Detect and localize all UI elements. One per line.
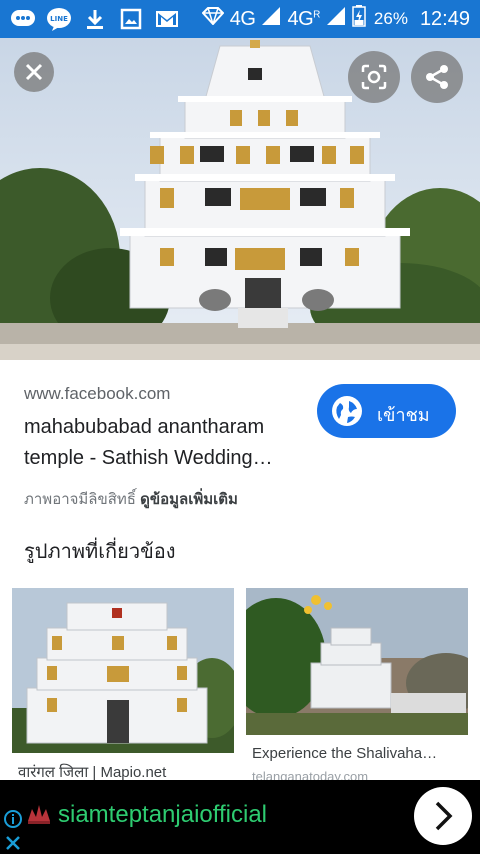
network-type: 4G (229, 7, 256, 30)
clock: 12:49 (419, 7, 470, 30)
temple-photo (0, 38, 480, 360)
globe-icon (332, 396, 362, 426)
copyright-notice: ภาพอาจมีลิขสิทธิ์ ดูข้อมูลเพิ่มเติม (24, 487, 238, 511)
result-title[interactable]: mahabubabad anantharam temple - Sathish … (24, 412, 306, 474)
ad-info-icon[interactable] (4, 810, 22, 828)
system-status: 4G 4GR 26% 12:49 (201, 5, 470, 33)
diamond-icon (201, 7, 225, 31)
gmail-icon (154, 6, 180, 32)
network-type-2: 4GR (287, 7, 320, 30)
download-icon (82, 6, 108, 32)
lens-icon (361, 64, 387, 90)
related-caption: Experience the Shalivaha… (252, 745, 438, 762)
ad-logo-icon (28, 805, 50, 824)
visit-label: เข้าชม (377, 405, 430, 425)
source-domain[interactable]: www.facebook.com (24, 384, 170, 404)
related-heading: รูปภาพที่เกี่ยวข้อง (24, 541, 176, 563)
ad-open-button[interactable] (414, 787, 472, 845)
more-info-link[interactable]: ดูข้อมูลเพิ่มเติม (140, 491, 238, 508)
share-icon (426, 65, 448, 89)
image-icon (118, 6, 144, 32)
share-button[interactable] (411, 51, 463, 103)
hero-image[interactable] (0, 38, 480, 360)
line-app-icon: LINE (46, 6, 72, 32)
related-item[interactable]: Experience the Shalivaha… telanganatoday… (246, 588, 468, 784)
related-caption: वारंगल जिला | Mapio.net (18, 764, 167, 781)
copyright-text: ภาพอาจมีลิขสิทธิ์ (24, 491, 136, 508)
notification-icons: LINE (10, 6, 180, 32)
lens-button[interactable] (348, 51, 400, 103)
close-button[interactable] (14, 52, 54, 92)
ad-text[interactable]: siamteptanjaiofficial (58, 801, 267, 829)
visit-button[interactable]: เข้าชม (317, 384, 456, 438)
signal-icon-2 (326, 6, 346, 32)
battery-percent: 26% (373, 9, 408, 28)
close-icon (25, 63, 43, 81)
chat-bubble-icon (10, 6, 36, 32)
chevron-right-icon (435, 801, 453, 831)
ad-close-icon[interactable] (4, 834, 22, 852)
svg-text:LINE: LINE (50, 15, 68, 23)
battery-icon (352, 5, 366, 33)
related-item[interactable]: वारंगल जिला | Mapio.net (12, 588, 234, 781)
signal-icon (261, 6, 281, 32)
status-bar: LINE 4G 4GR 26% 12:49 (0, 0, 480, 38)
related-image (246, 588, 468, 735)
related-image (12, 588, 234, 753)
